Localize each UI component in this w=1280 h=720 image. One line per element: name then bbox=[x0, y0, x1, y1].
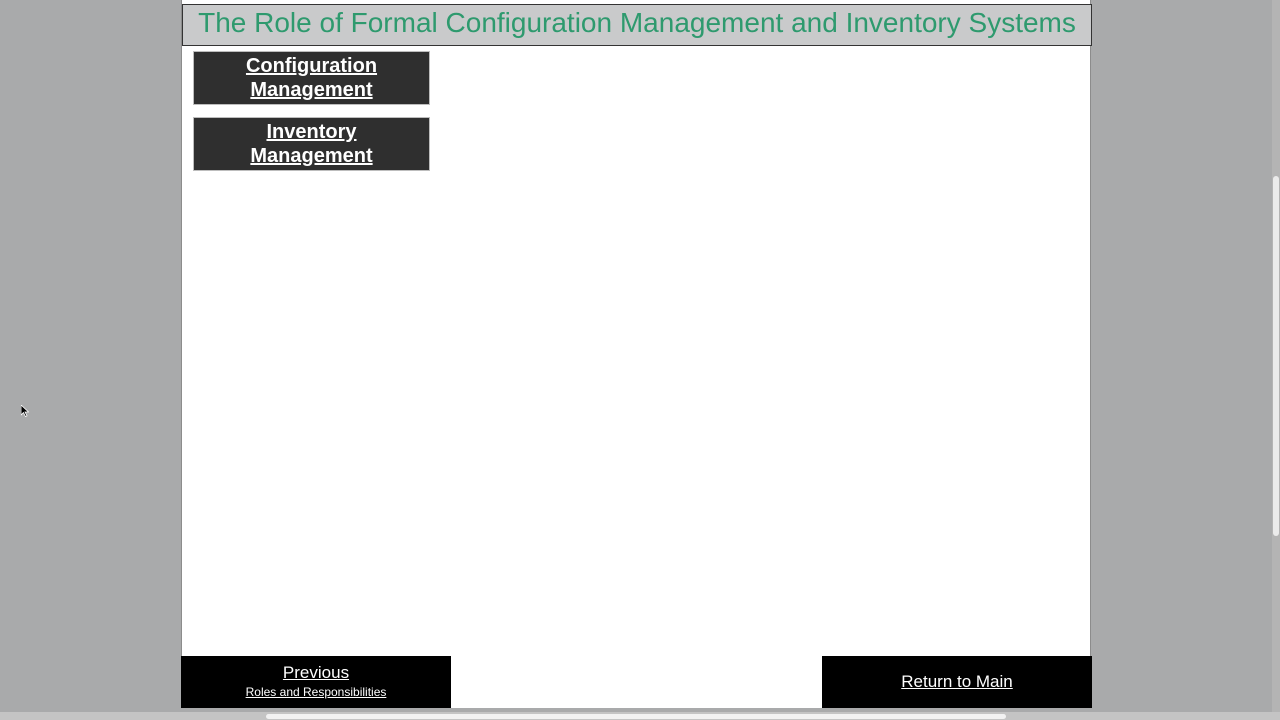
browser-viewport: The Role of Formal Configuration Managem… bbox=[0, 0, 1280, 720]
configuration-management-label: Configuration Management bbox=[245, 55, 378, 101]
page-title: The Role of Formal Configuration Managem… bbox=[182, 4, 1092, 46]
configuration-management-button[interactable]: Configuration Management bbox=[193, 51, 430, 105]
content-page: The Role of Formal Configuration Managem… bbox=[181, 0, 1092, 708]
return-to-main-button[interactable]: Return to Main bbox=[822, 656, 1092, 708]
vertical-scrollbar-thumb[interactable] bbox=[1273, 176, 1279, 536]
mouse-cursor-icon bbox=[21, 405, 29, 417]
previous-button[interactable]: Previous Roles and Responsibilities bbox=[181, 656, 451, 708]
horizontal-scrollbar-thumb[interactable] bbox=[266, 714, 1006, 719]
inventory-management-button[interactable]: Inventory Management bbox=[193, 117, 430, 171]
return-to-main-label: Return to Main bbox=[901, 672, 1013, 691]
previous-subtitle: Roles and Responsibilities bbox=[245, 685, 387, 699]
inventory-management-label: Inventory Management bbox=[250, 121, 373, 167]
previous-label: Previous bbox=[282, 663, 350, 682]
